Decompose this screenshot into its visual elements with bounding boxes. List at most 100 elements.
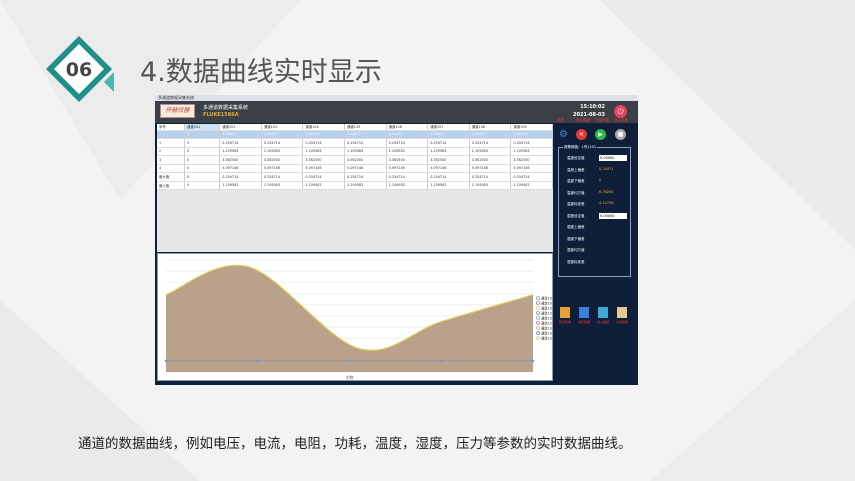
table-cell: 0.254714 <box>261 172 304 182</box>
table-cell: 0 <box>184 138 221 148</box>
clear-icon[interactable]: ✕ <box>576 129 587 140</box>
table-cell: 3.562500 <box>219 155 262 165</box>
table-cell: 1.35471 <box>510 130 553 139</box>
button-label: 保存数据 <box>577 320 590 324</box>
start-icon[interactable]: ▶ <box>595 129 606 140</box>
table-cell: 1 <box>157 138 185 148</box>
action-label[interactable]: 停止采集 <box>614 118 628 123</box>
legend-label[interactable]: 通道102 <box>541 300 554 305</box>
table-cell: 1.109583 <box>344 147 387 156</box>
legend-label[interactable]: 通道105 <box>541 315 554 320</box>
app-screenshot: 多通道数据采集系统 仟赫仪器 多通道数据采集系统 FLUKE1586A 15:1… <box>155 95 638 385</box>
field-label: 温度下偏差 <box>567 179 585 183</box>
data-point <box>439 359 443 363</box>
field-value: 0 <box>599 178 602 182</box>
legend-label[interactable]: 通道101 <box>541 295 554 300</box>
file-icon <box>617 307 627 318</box>
table-row[interactable]: 3 0 3.562500 3.562500 3.562500 3.562500 3.5625… <box>157 155 553 165</box>
table-cell: 最小值 <box>157 181 185 190</box>
legend-label[interactable]: 通道103 <box>541 305 554 310</box>
table-row[interactable]: 最小值 0 1.109583 1.109583 1.109583 1.109583 1.10… <box>157 181 553 190</box>
table-cell: 1.35471 <box>302 130 345 139</box>
file-icon <box>560 307 570 318</box>
bottom-button[interactable]: 生成报告 <box>613 307 631 324</box>
table-cell: 1.109583 <box>386 181 429 190</box>
bottom-button[interactable]: 导入数据 <box>594 307 612 324</box>
table-cell: 0.254714 <box>219 172 262 182</box>
field-label: 湿度下偏差 <box>567 236 585 241</box>
button-label: 导入数据 <box>596 320 609 324</box>
table-cell: 1.109583 <box>469 147 512 156</box>
legend-label[interactable]: 通道108 <box>541 330 554 335</box>
table-cell: 1.109583 <box>386 147 429 156</box>
stop-icon[interactable]: ■ <box>615 129 626 140</box>
data-point <box>531 359 535 363</box>
table-cell: 0.254714 <box>469 172 512 182</box>
legend-marker <box>536 311 540 315</box>
table-cell: 0.254714 <box>344 138 387 148</box>
slide-caption: 通道的数据曲线，例如电压，电流，电阻，功耗，温度，湿度，压力等参数的实时数据曲线… <box>78 436 632 452</box>
table-cell: 1.35471 <box>261 130 304 139</box>
legend-marker <box>536 306 540 310</box>
section-badge: 06 <box>46 36 114 102</box>
app-name: 多通道数据采集系统 <box>203 105 249 111</box>
data-chart: 次数通道101通道102通道103通道104通道105通道106通道107通道1… <box>157 253 554 381</box>
table-cell: 1.109583 <box>510 147 553 156</box>
field-value: 4.12736 <box>599 201 614 205</box>
table-row[interactable]: 0 1.35471 1.35471 1.35471 1.35471 1.35471 1.35… <box>157 130 553 139</box>
legend-marker <box>536 321 540 325</box>
table-row[interactable]: 4 0 5.097146 5.097146 5.097146 5.097146 5.0971… <box>157 164 553 173</box>
action-label[interactable]: 开始采集 <box>595 118 609 123</box>
table-cell: 5.097146 <box>386 164 429 173</box>
field-label: 温度均方值 <box>567 190 585 195</box>
table-cell: 3.562500 <box>469 155 512 165</box>
table-cell: 3.562500 <box>510 155 553 165</box>
table-cell: 3.562500 <box>302 155 345 165</box>
table-cell: 5.097146 <box>219 164 262 173</box>
legend-label[interactable]: 通道104 <box>541 310 554 315</box>
group-title: 报警阈值：1号1101 <box>563 145 598 150</box>
field-value: 6.36265 <box>599 189 614 194</box>
table-cell: 0 <box>184 164 221 173</box>
table-cell: 1.35471 <box>344 130 387 139</box>
table-cell: 5.097146 <box>510 164 553 173</box>
table-cell: 1.109583 <box>469 181 512 190</box>
table-cell: 0.254714 <box>386 172 429 182</box>
field-label: 湿度上偏差 <box>567 225 585 229</box>
fingerprint-settings-icon[interactable]: ⚙ <box>558 129 569 140</box>
table-cell: 1.109583 <box>427 181 470 190</box>
setpoint-input[interactable]: 0.00000 <box>599 212 627 219</box>
device-model: FLUKE1586A <box>203 112 239 118</box>
table-cell <box>157 130 185 139</box>
table-cell: 1.109583 <box>302 181 345 190</box>
alarm-threshold-group: 报警阈值：1号1101 温度设定值 0.00000 温度上偏差 0.25471 温度下偏… <box>558 145 631 277</box>
legend-label[interactable]: 通道106 <box>541 320 554 325</box>
setpoint-input[interactable]: 0.00000 <box>599 155 627 161</box>
table-row[interactable]: 1 0 0.254714 0.254714 0.254714 0.254714 0.2547… <box>157 138 553 148</box>
action-label[interactable]: 设置 <box>557 118 564 123</box>
field-label: 温度上偏差 <box>567 167 585 172</box>
table-cell: 1.109583 <box>261 181 304 190</box>
file-icon <box>598 307 608 318</box>
legend-label[interactable]: 通道107 <box>541 325 554 330</box>
table-cell: 0.254714 <box>261 138 304 148</box>
table-cell: 1.109583 <box>344 181 387 190</box>
bottom-button[interactable]: 导出数据 <box>556 307 574 324</box>
table-cell: 1.109583 <box>510 181 553 190</box>
legend-label[interactable]: 通道109 <box>541 335 554 340</box>
table-cell: 0.254714 <box>469 138 512 148</box>
table-cell: 5.097146 <box>302 164 345 173</box>
bottom-button[interactable]: 保存数据 <box>575 307 593 324</box>
legend-marker <box>536 296 540 300</box>
table-cell: 3.562500 <box>344 155 387 165</box>
data-point <box>348 359 351 363</box>
action-label[interactable]: 清空数据 <box>576 118 590 123</box>
field-label: 温度标准差 <box>567 202 585 206</box>
table-cell: 1.35471 <box>219 130 262 139</box>
legend-marker <box>536 301 540 305</box>
control-panel: 设置 清空数据 开始采集 停止采集 ⚙ ✕ ▶ ■ 报警阈值：1号1101 温度设定值… <box>555 117 638 385</box>
table-row[interactable]: 2 0 1.109583 1.109583 1.109583 1.109583 1.1095… <box>157 147 553 156</box>
table-row[interactable]: 最大值 0 0.254714 0.254714 0.254714 0.254714 0.25… <box>157 172 553 182</box>
field-value: 0.25471 <box>599 166 614 171</box>
table-cell: 1.109583 <box>219 181 262 190</box>
